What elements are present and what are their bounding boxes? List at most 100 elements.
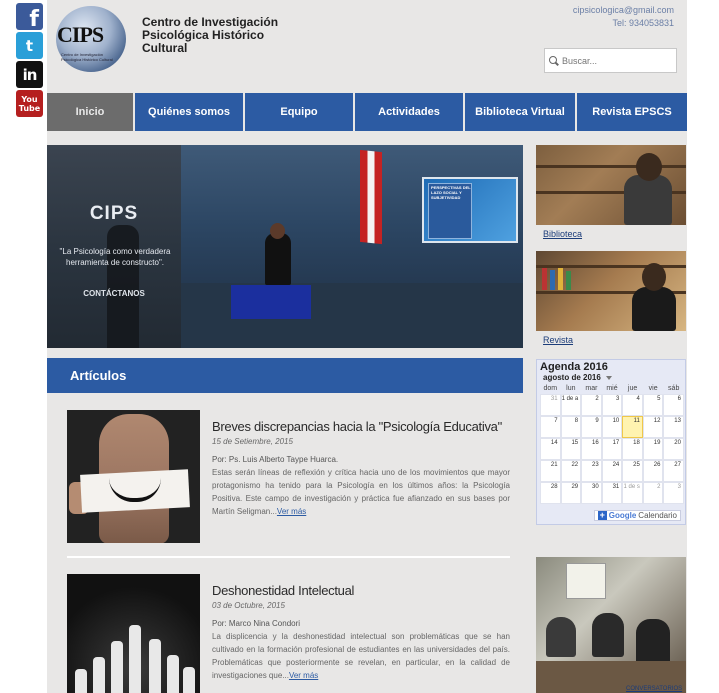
- main-nav: Inicio Quiénes somos Equipo Actividades …: [47, 93, 687, 131]
- calendar-day[interactable]: 30: [581, 482, 602, 504]
- twitter-icon[interactable]: t: [16, 32, 43, 59]
- article-title[interactable]: Breves discrepancias hacia la "Psicologí…: [212, 419, 510, 434]
- calendar-week: 7 8 9 10 11 12 13: [540, 416, 684, 438]
- hero-quote: "La Psicología como verdadera herramient…: [59, 247, 171, 267]
- read-more-link[interactable]: Ver más: [289, 671, 318, 680]
- calendar-day-today[interactable]: 11: [622, 416, 643, 438]
- nav-item-actividades[interactable]: Actividades: [355, 93, 465, 131]
- contact-email[interactable]: cipsicologica@gmail.com: [573, 4, 674, 17]
- calendar-day[interactable]: 4: [622, 394, 643, 416]
- hero-slider[interactable]: PERSPECTIVAS DEL LAZO SOCIAL Y SUBJETIVI…: [47, 145, 523, 348]
- calendar-grid: dom lun mar mié jue vie sáb 31 1 de a 2 3 4 5 6 7 8 9 10…: [540, 385, 684, 504]
- biblioteca-image[interactable]: [536, 145, 686, 225]
- calendar-day[interactable]: 29: [560, 482, 582, 504]
- reader-figure: [624, 175, 672, 225]
- article-divider: [67, 556, 510, 558]
- calendar-day[interactable]: 10: [601, 416, 623, 438]
- calendar-day[interactable]: 15: [560, 438, 582, 460]
- calendar-day[interactable]: 18: [622, 438, 643, 460]
- conversatorios-image[interactable]: [536, 557, 686, 693]
- speaker-table: [231, 285, 311, 319]
- calendar-day[interactable]: 2: [642, 482, 664, 504]
- article-excerpt: La displicencia y la deshonestidad intel…: [212, 630, 510, 682]
- contact-phone: Tel: 934053831: [612, 18, 674, 28]
- calendar-day[interactable]: 7: [540, 416, 561, 438]
- article-thumbnail[interactable]: [67, 410, 200, 543]
- speaker-figure: [265, 233, 291, 285]
- calendar-weeks: 31 1 de a 2 3 4 5 6 7 8 9 10 11 12 13 14 15 16 17 18 19 20 21…: [540, 394, 684, 504]
- calendar-day[interactable]: 25: [622, 460, 643, 482]
- nav-item-quienes-somos[interactable]: Quiénes somos: [135, 93, 245, 131]
- calendar-day[interactable]: 6: [663, 394, 684, 416]
- article-excerpt: Estas serán líneas de reflexión y crític…: [212, 466, 510, 518]
- nav-item-biblioteca-virtual[interactable]: Biblioteca Virtual: [465, 93, 577, 131]
- calendar-week: 31 1 de a23456: [540, 394, 684, 416]
- chess-piece: [129, 625, 141, 693]
- nav-item-equipo[interactable]: Equipo: [245, 93, 355, 131]
- calendar-day[interactable]: 26: [642, 460, 664, 482]
- calendar-day[interactable]: 3: [601, 394, 623, 416]
- shelf: [536, 165, 686, 168]
- google-calendar-button[interactable]: + Google Calendario: [593, 510, 681, 521]
- page: CIPS Centro de Investigación Psicológica…: [47, 0, 687, 693]
- reader-head: [642, 263, 666, 291]
- calendar-title: Agenda 2016: [540, 361, 608, 373]
- conversatorios-link[interactable]: CONVERSATORIOS: [626, 686, 682, 692]
- calendar-day[interactable]: 20: [663, 438, 684, 460]
- calendar-day[interactable]: 27: [663, 460, 684, 482]
- weekday-label: sáb: [668, 385, 680, 392]
- chevron-down-icon[interactable]: [605, 375, 612, 380]
- nav-item-revista[interactable]: Revista EPSCS: [577, 93, 687, 131]
- nav-item-inicio[interactable]: Inicio: [47, 93, 135, 131]
- calendar-day[interactable]: 21: [540, 460, 561, 482]
- contact-link[interactable]: CONTÁCTANOS: [47, 289, 181, 298]
- search-box[interactable]: [544, 48, 677, 73]
- article-excerpt-text: Estas serán líneas de reflexión y crític…: [212, 468, 510, 516]
- calendar-day[interactable]: 14: [540, 438, 561, 460]
- read-more-link[interactable]: Ver más: [277, 507, 306, 516]
- calendar-day[interactable]: 31: [601, 482, 623, 504]
- facebook-icon[interactable]: f: [16, 3, 43, 30]
- calendar-day[interactable]: 8: [560, 416, 582, 438]
- calendar-day[interactable]: 2: [581, 394, 602, 416]
- calendar-day[interactable]: 5: [642, 394, 664, 416]
- chess-piece: [183, 667, 195, 693]
- hero-silhouette: [107, 225, 139, 348]
- calendar-footer-label: Calendario: [638, 511, 677, 520]
- revista-link[interactable]: Revista: [543, 335, 573, 345]
- calendar-day[interactable]: 12: [642, 416, 664, 438]
- projector-screen: PERSPECTIVAS DEL LAZO SOCIAL Y SUBJETIVI…: [422, 177, 518, 243]
- calendar-day[interactable]: 16: [581, 438, 602, 460]
- article-title[interactable]: Deshonestidad Intelectual: [212, 583, 510, 598]
- biblioteca-link[interactable]: Biblioteca: [543, 229, 582, 239]
- article-body: Breves discrepancias hacia la "Psicologí…: [212, 410, 510, 518]
- article-thumbnail[interactable]: [67, 574, 200, 693]
- calendar-day[interactable]: 1 de a: [560, 394, 582, 416]
- attendee-figure: [592, 613, 624, 657]
- calendar-day[interactable]: 1 de s: [622, 482, 643, 504]
- calendar-day[interactable]: 23: [581, 460, 602, 482]
- articles-heading: Artículos: [47, 358, 523, 393]
- calendar-widget[interactable]: Agenda 2016 agosto de 2016 dom lun mar mié j…: [536, 359, 686, 525]
- calendar-week: 14 15 16 17 18 19 20: [540, 438, 684, 460]
- speaker-head: [270, 223, 285, 239]
- calendar-day[interactable]: 9: [581, 416, 602, 438]
- calendar-week: 21 22 23 24 25 26 27: [540, 460, 684, 482]
- calendar-day[interactable]: 28: [540, 482, 561, 504]
- calendar-week: 28 29 30 31 1 de s23: [540, 482, 684, 504]
- youtube-icon[interactable]: You Tube: [16, 90, 43, 117]
- search-input[interactable]: [562, 55, 670, 66]
- weekday-label: vie: [648, 385, 658, 392]
- calendar-day[interactable]: 19: [642, 438, 664, 460]
- chess-piece: [149, 639, 161, 693]
- revista-image[interactable]: [536, 251, 686, 331]
- linkedin-icon[interactable]: in: [16, 61, 43, 88]
- attendee-figure: [546, 617, 576, 657]
- calendar-day[interactable]: 24: [601, 460, 623, 482]
- calendar-day[interactable]: 17: [601, 438, 623, 460]
- calendar-month-selector[interactable]: agosto de 2016: [537, 373, 685, 382]
- calendar-day[interactable]: 31: [540, 394, 561, 416]
- calendar-day[interactable]: 3: [663, 482, 684, 504]
- calendar-day[interactable]: 22: [560, 460, 582, 482]
- calendar-day[interactable]: 13: [663, 416, 684, 438]
